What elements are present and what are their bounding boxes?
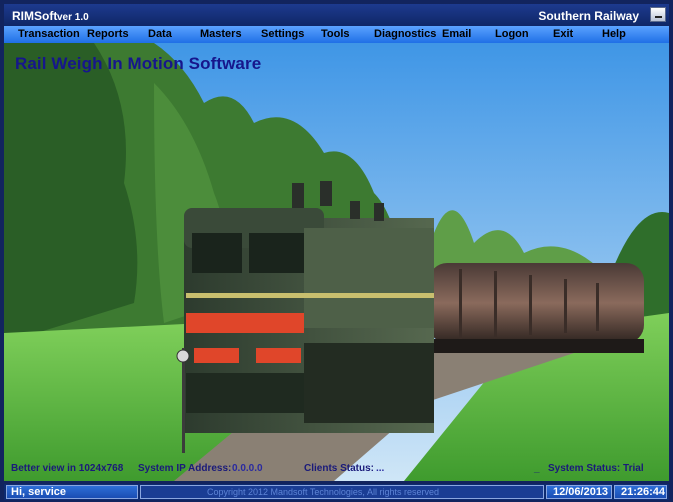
- ip-value: 0.0.0.0: [232, 463, 263, 474]
- organization-name: Southern Railway: [538, 9, 639, 23]
- menu-data[interactable]: Data: [148, 28, 172, 40]
- menu-reports[interactable]: Reports: [87, 28, 129, 40]
- date-panel: 12/06/2013: [546, 485, 612, 499]
- status-dash: _: [534, 463, 540, 474]
- system-status: System Status: Trial: [548, 463, 644, 474]
- app-window: RIMSoft ver 1.0 Southern Railway Transac…: [0, 0, 673, 502]
- menu-masters[interactable]: Masters: [200, 28, 242, 40]
- status-bar: Hi, service Copyright 2012 Mandsoft Tech…: [4, 484, 669, 500]
- menu-help[interactable]: Help: [602, 28, 626, 40]
- menu-exit[interactable]: Exit: [553, 28, 573, 40]
- clients-status-label: Clients Status:: [304, 463, 375, 474]
- menu-bar: Transaction Reports Data Masters Setting…: [4, 26, 669, 43]
- menu-logon[interactable]: Logon: [495, 28, 529, 40]
- greeting-text: Hi, service: [11, 486, 67, 498]
- train-landscape-image: [4, 43, 669, 481]
- app-name: RIMSoft: [12, 9, 58, 23]
- minimize-button[interactable]: [650, 7, 666, 22]
- greeting-panel: Hi, service: [6, 485, 138, 499]
- menu-diagnostics[interactable]: Diagnostics: [374, 28, 436, 40]
- time-text: 21:26:44: [621, 486, 666, 498]
- page-title: Rail Weigh In Motion Software: [15, 54, 262, 73]
- menu-transaction[interactable]: Transaction: [18, 28, 80, 40]
- copyright-text: Copyright 2012 Mandsoft Technologies, Al…: [207, 487, 439, 497]
- menu-tools[interactable]: Tools: [321, 28, 350, 40]
- copyright-panel: Copyright 2012 Mandsoft Technologies, Al…: [140, 485, 544, 499]
- view-hint: Better view in 1024x768: [11, 463, 124, 474]
- clients-status-value: ...: [376, 463, 385, 474]
- menu-settings[interactable]: Settings: [261, 28, 304, 40]
- time-panel: 21:26:44: [614, 485, 667, 499]
- app-version: ver 1.0: [57, 12, 89, 23]
- menu-email[interactable]: Email: [442, 28, 471, 40]
- minimize-icon: [655, 16, 662, 18]
- date-text: 12/06/2013: [553, 486, 609, 498]
- background-image: [4, 43, 669, 481]
- ip-label: System IP Address:: [138, 463, 232, 474]
- title-bar: RIMSoft ver 1.0 Southern Railway: [4, 4, 669, 26]
